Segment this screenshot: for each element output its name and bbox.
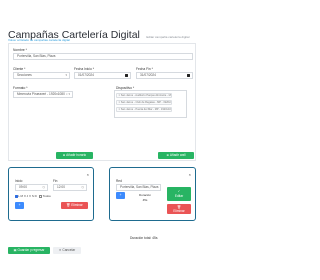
wall-label: Red (116, 179, 122, 183)
close-icon[interactable]: × (189, 172, 191, 177)
back-to-list-link[interactable]: Volver al listado de campañas cartelería… (8, 38, 70, 42)
add-wall-item-button[interactable]: + (116, 192, 125, 199)
screen-tag[interactable]: × San Janne - Auditorío Parque Almirante… (116, 93, 172, 98)
format-select-value: Mmerovia Pirueaveri - 1920x1080 (17, 92, 65, 96)
schedule-start-value: 09:00 (19, 185, 27, 189)
end-date-label: Fecha Fin * (136, 67, 153, 71)
calendar-icon[interactable] (187, 74, 190, 77)
add-time-button[interactable]: + (15, 202, 24, 209)
schedule-start-input[interactable]: 09:00 ◷ (15, 184, 48, 191)
wall-select[interactable]: Portervilla, San Blas, Plaza (116, 184, 161, 191)
add-schedule-button[interactable]: ⊕ Añadir horario (56, 152, 93, 159)
all-days-label: Todos (42, 194, 51, 198)
schedule-end-input[interactable]: 12:00 ◷ (53, 184, 87, 191)
duration-value: 45s (142, 198, 148, 202)
total-duration: Duración total: 45s (130, 236, 158, 240)
name-input[interactable]: Portervilla, San Blas, Plaza (13, 53, 193, 60)
save-wall-button[interactable]: ✓ Editar (167, 187, 191, 201)
client-select-value: Secciones (17, 73, 32, 77)
format-label: Formato * (13, 86, 28, 90)
format-select[interactable]: Mmerovia Pirueaveri - 1920x1080 × ▾ (13, 91, 73, 98)
start-date-input[interactable]: 01/07/2024 (74, 72, 131, 79)
clock-icon: ◷ (42, 185, 45, 189)
close-icon[interactable]: × (87, 172, 89, 177)
check-icon: ✓ (177, 189, 181, 193)
save-and-return-button[interactable]: ▣ Guardar y regresar (8, 247, 50, 254)
chevron-down-icon: ▾ (65, 73, 67, 77)
add-wall-button[interactable]: ⊕ Añadir wall (158, 152, 194, 159)
delete-schedule-button[interactable]: 🗑 Eliminar (61, 202, 88, 209)
schedule-end-label: Fin (53, 179, 58, 183)
screen-tag[interactable]: × San Janne - Club de Regatas - MP - 192… (116, 100, 172, 105)
cancel-button[interactable]: ✕ Cancelar (53, 247, 81, 254)
calendar-icon[interactable] (125, 74, 128, 77)
delete-wall-button[interactable]: 🗑 Eliminar (167, 204, 191, 214)
start-date-label: Fecha Inicio * (74, 67, 94, 71)
schedule-end-value: 12:00 (57, 185, 65, 189)
start-date-value: 01/07/2024 (78, 73, 94, 77)
page-subtitle: Editar campaña cartelería digital (146, 35, 190, 39)
duration-label: Duración (138, 193, 151, 197)
schedule-start-label: Inicio (15, 179, 23, 183)
end-date-value: 31/07/2024 (140, 73, 156, 77)
screen-tag[interactable]: × San Janne - Puerta del Mar - MP - 1920… (116, 107, 172, 112)
client-select[interactable]: Secciones ▾ (13, 72, 70, 79)
name-label: Nombre * (13, 48, 27, 52)
days-label: L M X J V S D (18, 194, 37, 198)
end-date-input[interactable]: 31/07/2024 (136, 72, 193, 79)
days-checkbox-row[interactable]: L M X J V S D Todos (13, 194, 51, 198)
wall-panel: × Red Portervilla, San Blas, Plaza + Dur… (109, 167, 196, 221)
chevron-down-icon: × ▾ (65, 92, 70, 96)
clock-icon: ◷ (81, 185, 84, 189)
client-label: Cliente * (13, 67, 26, 71)
wall-select-value: Portervilla, San Blas, Plaza (120, 185, 159, 189)
schedule-panel: × Inicio Fin 09:00 ◷ 12:00 ◷ L M X J V S… (8, 167, 94, 221)
all-days-checkbox[interactable] (39, 194, 43, 198)
